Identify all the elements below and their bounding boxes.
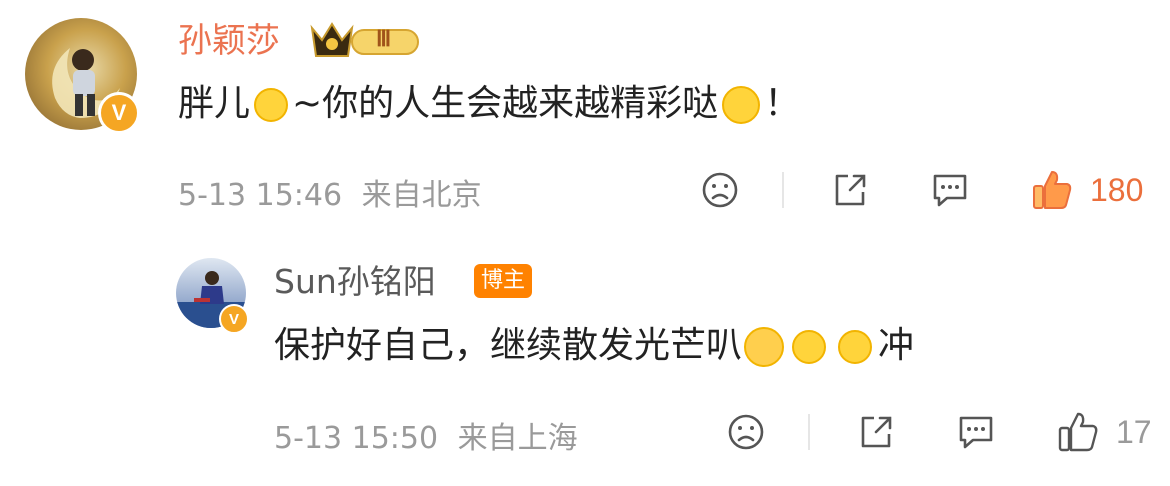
reply-meta: 5-13 15:50 来自上海 — [274, 413, 578, 457]
comment-meta: 5-13 15:46 来自北京 — [178, 170, 482, 214]
thumbs-up-icon — [1033, 171, 1072, 209]
vip-crown-badge[interactable]: Ⅲ — [308, 18, 426, 62]
reply-action-divider — [808, 414, 810, 450]
reply-author-name[interactable]: Sun孙铭阳 — [274, 262, 436, 302]
blogger-tag-badge: 博主 — [474, 264, 533, 298]
reply-like-button[interactable]: 17 — [1056, 408, 1166, 456]
reply-like-count: 17 — [1116, 413, 1152, 450]
comment-timestamp: 5-13 15:46 — [178, 178, 343, 213]
share-icon — [861, 416, 892, 448]
cat-emoji-icon — [744, 327, 785, 367]
reply-dislike-button[interactable] — [722, 410, 770, 454]
crown-icon — [310, 22, 419, 57]
reply-comment-button[interactable] — [952, 410, 1000, 454]
doge-emoji-icon — [792, 330, 827, 364]
reply-timestamp: 5-13 15:50 — [274, 421, 439, 456]
reply-comment-button[interactable] — [926, 168, 974, 212]
comment-icon — [959, 416, 993, 449]
comment-author-name[interactable]: 孙颖莎 — [178, 20, 280, 62]
action-divider — [782, 172, 784, 208]
comment-text-part1: 胖儿 — [178, 83, 251, 124]
reply-text-part2: 冲 — [878, 325, 915, 366]
sad-face-icon — [702, 172, 738, 208]
thumbs-up-icon — [1058, 412, 1098, 452]
comment-text-part3: ！ — [764, 83, 801, 124]
comment-icon — [933, 174, 967, 207]
sad-face-icon — [728, 414, 764, 450]
comment-text: 胖儿 ~你的人生会越来越精彩哒 ！ — [178, 80, 800, 128]
vip-level-text: Ⅲ — [376, 26, 392, 51]
like-count: 180 — [1090, 171, 1144, 208]
like-button[interactable]: 180 — [1030, 166, 1160, 214]
reply-text: 保护好自己，继续散发光芒叭 冲 — [274, 322, 914, 370]
doge-emoji-icon — [254, 88, 289, 122]
reply-text-part1: 保护好自己，继续散发光芒叭 — [274, 325, 743, 366]
share-icon — [835, 174, 866, 206]
doge-emoji-icon — [838, 330, 873, 364]
comment-location: 来自北京 — [361, 178, 482, 213]
reply-verified-badge: V — [219, 304, 249, 334]
verified-badge: V — [98, 92, 140, 134]
comment-text-part2: ~你的人生会越来越精彩哒 — [292, 83, 719, 124]
laugh-cry-emoji-icon — [722, 86, 761, 124]
dislike-button[interactable] — [696, 168, 744, 212]
reply-location: 来自上海 — [457, 421, 578, 456]
share-button[interactable] — [826, 168, 874, 212]
reply-share-button[interactable] — [852, 410, 900, 454]
